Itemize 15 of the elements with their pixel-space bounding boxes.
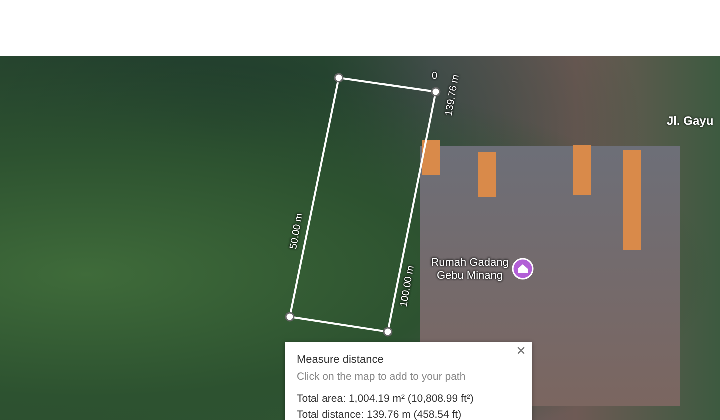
building-roof xyxy=(478,152,496,197)
measurement-text: Total distance: 139.76 m (458.54 ft) xyxy=(297,409,463,420)
panel-hint: Click on the map to add to your path xyxy=(297,371,467,383)
place-pin-icon[interactable] xyxy=(512,258,534,280)
road-label: Jl. Gayu xyxy=(667,114,714,128)
close-button[interactable]: × xyxy=(514,344,528,360)
panel-title: Measure distance xyxy=(297,354,385,366)
distance-label: 0 xyxy=(432,71,438,82)
distance-label: 50.00 m xyxy=(288,212,306,250)
measurement-text: Total area: 1,004.19 m² (10,808.99 ft²) xyxy=(297,393,475,405)
building-roof xyxy=(573,145,591,195)
distance-label: 100.00 m xyxy=(398,265,417,308)
building-roof xyxy=(422,140,440,175)
distance-label: 139.76 m xyxy=(444,74,462,117)
place-label[interactable]: Rumah Gadang Gebu Minang xyxy=(426,257,514,283)
